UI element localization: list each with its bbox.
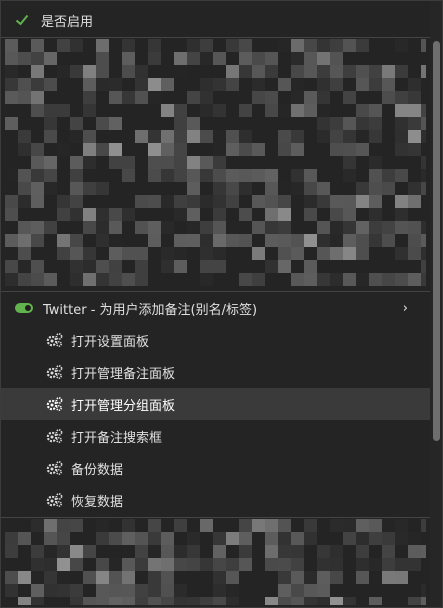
obscured-menu-items — [5, 39, 426, 289]
submenu-item-manage-notes[interactable]: 打开管理备注面板 — [1, 356, 430, 388]
scrollbar-thumb[interactable] — [433, 41, 440, 441]
submenu-item-manage-groups[interactable]: 打开管理分组面板 — [1, 388, 430, 420]
divider — [1, 517, 430, 518]
submenu-label: 打开管理分组面板 — [71, 398, 176, 414]
divider — [1, 37, 430, 38]
submenu-item-restore[interactable]: 恢复数据 — [1, 484, 430, 516]
gear-icon — [46, 333, 63, 347]
submenu-item-backup[interactable]: 备份数据 — [1, 452, 430, 484]
enable-toggle-item[interactable]: 是否启用 — [1, 3, 430, 37]
obscured-menu-items — [5, 519, 426, 605]
userscript-menu-item[interactable]: Twitter - 为用户添加备注(别名/标签) › — [1, 292, 430, 324]
submenu-label: 恢复数据 — [71, 494, 124, 510]
submenu-label: 备份数据 — [71, 462, 124, 478]
gear-icon — [46, 461, 63, 475]
userscript-label: Twitter - 为用户添加备注(别名/标签) — [43, 302, 258, 318]
gear-icon — [46, 429, 63, 443]
submenu-item-search[interactable]: 打开备注搜索框 — [1, 420, 430, 452]
context-menu: 是否启用 Twitter - 为用户添加备注(别名/标签) › 打开设置面板 打… — [0, 0, 443, 608]
toggle-on-icon — [15, 303, 33, 313]
submenu-item-settings[interactable]: 打开设置面板 — [1, 324, 430, 356]
checkmark-icon — [15, 14, 29, 26]
chevron-right-icon: › — [402, 301, 408, 316]
gear-icon — [46, 365, 63, 379]
gear-icon — [46, 397, 63, 411]
submenu-label: 打开备注搜索框 — [71, 430, 163, 446]
submenu-label: 打开管理备注面板 — [71, 366, 176, 382]
submenu-label: 打开设置面板 — [71, 334, 150, 350]
enable-label: 是否启用 — [41, 14, 94, 30]
gear-icon — [46, 493, 63, 507]
